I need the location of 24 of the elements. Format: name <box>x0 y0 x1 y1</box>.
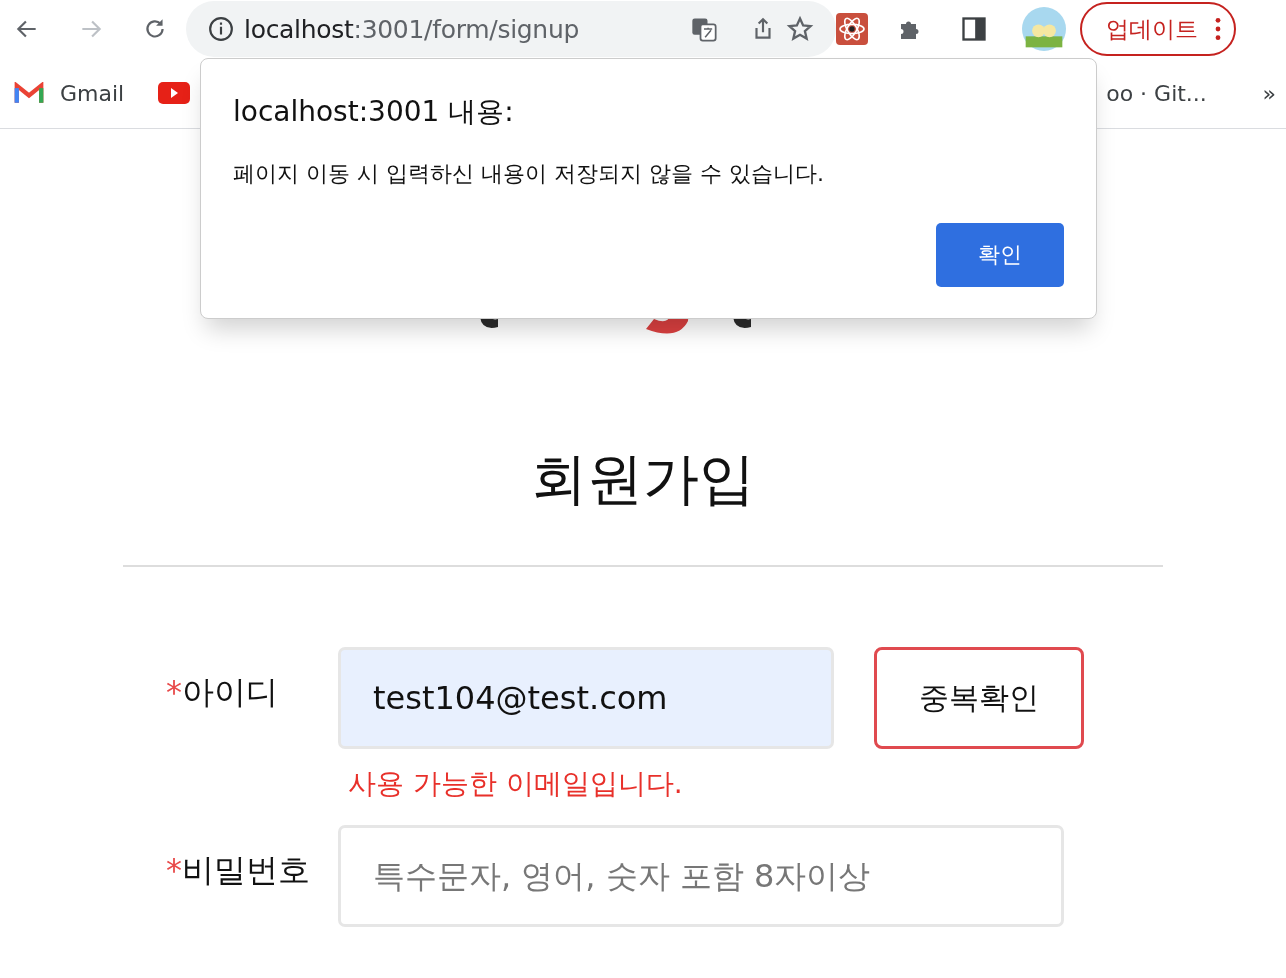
page-title: 회원가입 <box>531 445 755 513</box>
bookmark-label: Gmail <box>60 80 125 106</box>
address-bar[interactable]: localhost:3001/form/signup <box>186 1 836 57</box>
side-panel-icon[interactable] <box>960 15 988 43</box>
bookmark-item[interactable]: Gmail <box>14 80 125 106</box>
dialog-title: localhost:3001 내용: <box>233 94 515 130</box>
dialog-message: 페이지 이동 시 입력하신 내용이 저장되지 않을 수 있습니다. <box>233 160 825 188</box>
info-icon[interactable] <box>208 16 234 42</box>
star-icon[interactable] <box>786 15 814 43</box>
play-icon[interactable] <box>158 82 191 104</box>
validation-message: 사용 가능한 이메일입니다. <box>347 766 684 802</box>
menu-icon[interactable] <box>1214 16 1222 42</box>
input-field[interactable]: 특수문자, 영어, 숫자 포함 8자이상 <box>338 825 1064 927</box>
input-field[interactable]: test104@test.com <box>338 647 834 749</box>
field-label: *비밀번호 <box>166 850 311 891</box>
bookmark-item[interactable]: oo · Git... <box>1106 80 1207 106</box>
check-duplicate-button[interactable]: 중복확인 <box>874 647 1084 749</box>
field-label: *아이디 <box>166 672 279 713</box>
atom-extension-icon[interactable] <box>836 13 868 45</box>
url-text: localhost:3001/form/signup <box>244 14 580 44</box>
mail-icon <box>14 82 44 104</box>
more-bookmarks-button[interactable]: » <box>1262 80 1276 106</box>
update-button[interactable]: 업데이트 <box>1080 2 1236 56</box>
ok-button[interactable]: 확인 <box>936 223 1064 287</box>
